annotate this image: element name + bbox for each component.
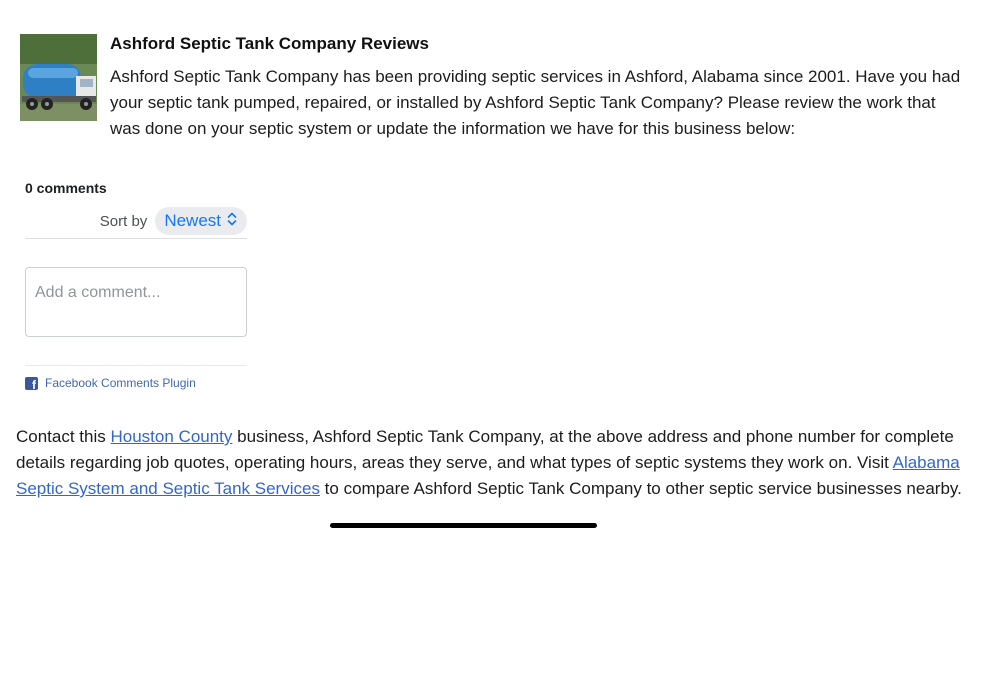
contact-text-3: to compare Ashford Septic Tank Company t… [319, 479, 962, 498]
septic-truck-photo [20, 34, 97, 121]
comment-count: 0 comments [25, 180, 107, 196]
comments-widget: 0 comments Sort by Newest Add a comment.… [25, 178, 247, 392]
comment-input[interactable]: Add a comment... [25, 267, 247, 337]
divider [25, 238, 247, 239]
home-indicator[interactable] [330, 523, 597, 528]
business-description: Ashford Septic Tank Company has been pro… [110, 67, 961, 138]
page-title: Ashford Septic Tank Company Reviews [110, 34, 429, 53]
sort-row: Sort by Newest [25, 206, 247, 236]
review-header-text: Ashford Septic Tank Company Reviews Ashf… [110, 34, 970, 142]
sort-label: Sort by [99, 212, 148, 230]
contact-paragraph: Contact this Houston County business, As… [16, 424, 976, 502]
plugin-label: Facebook Comments Plugin [45, 376, 196, 390]
sort-select[interactable]: Newest [155, 207, 247, 235]
divider [25, 365, 247, 366]
chevron-up-down-icon [227, 211, 237, 231]
houston-county-link[interactable]: Houston County [111, 427, 233, 446]
facebook-plugin-link[interactable]: f Facebook Comments Plugin [25, 376, 247, 392]
contact-text-1: Contact this [16, 427, 111, 446]
facebook-icon: f [25, 376, 38, 392]
sort-value: Newest [164, 211, 221, 230]
